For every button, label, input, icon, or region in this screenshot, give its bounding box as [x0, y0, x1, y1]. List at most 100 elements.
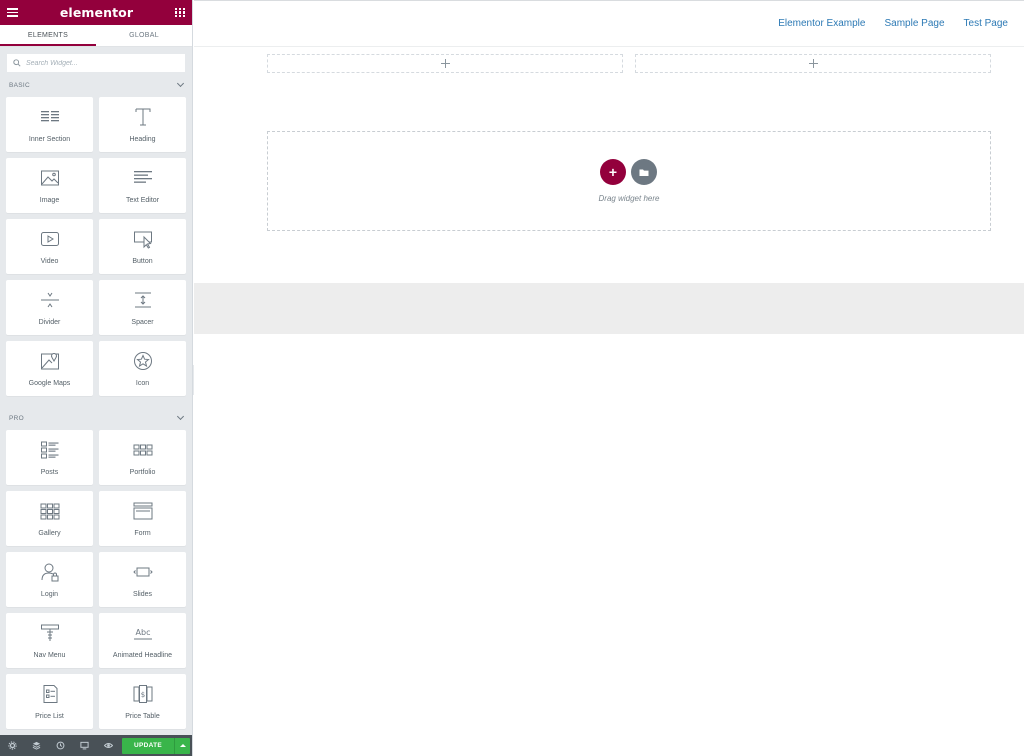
widget-panel: elementor ELEMENTS GLOBAL BASIC Inner Se…	[0, 0, 193, 756]
site-navigation: Elementor Example Sample Page Test Page	[759, 18, 1008, 29]
widget-label: Portfolio	[129, 469, 156, 476]
inner-section-icon	[40, 107, 60, 127]
widget-spacer[interactable]: Spacer	[99, 280, 186, 335]
widget-nav-menu[interactable]: Nav Menu	[6, 613, 93, 668]
widget-inner-section[interactable]: Inner Section	[6, 97, 93, 152]
spacer-icon	[133, 290, 153, 310]
price-list-icon	[40, 684, 60, 704]
widget-price-table[interactable]: $ Price Table	[99, 674, 186, 729]
widget-animated-headline[interactable]: Abc Animated Headline	[99, 613, 186, 668]
portfolio-icon	[133, 440, 153, 460]
caret-up-icon	[179, 744, 186, 747]
add-template-button[interactable]	[631, 159, 657, 185]
video-icon	[40, 229, 60, 249]
widget-label: Price List	[35, 713, 64, 720]
empty-column-right[interactable]	[635, 54, 991, 73]
widget-label: Gallery	[38, 530, 61, 537]
nav-menu-icon	[40, 623, 60, 643]
history-icon[interactable]	[48, 735, 72, 756]
search-wrapper	[0, 47, 192, 73]
widget-posts[interactable]: Posts	[6, 430, 93, 485]
text-editor-icon	[133, 168, 153, 188]
widget-slides[interactable]: Slides	[99, 552, 186, 607]
slides-icon	[132, 562, 153, 582]
widget-gallery[interactable]: Gallery	[6, 491, 93, 546]
panel-footer: UPDATE	[0, 735, 192, 756]
preview-canvas: Elementor Example Sample Page Test Page …	[194, 0, 1024, 756]
widget-image[interactable]: Image	[6, 158, 93, 213]
posts-icon	[40, 440, 60, 460]
widget-heading[interactable]: Heading	[99, 97, 186, 152]
add-section-buttons: +	[600, 159, 662, 185]
hamburger-menu-icon[interactable]	[7, 8, 18, 17]
widget-label: Video	[40, 258, 59, 265]
widget-label: Login	[40, 591, 59, 598]
widget-label: Nav Menu	[33, 652, 66, 659]
nav-link-sample-page[interactable]: Sample Page	[884, 18, 944, 29]
category-pro-header[interactable]: PRO	[0, 409, 192, 427]
widget-label: Divider	[38, 319, 61, 326]
preview-eye-icon[interactable]	[96, 735, 120, 756]
elementor-logo: elementor	[59, 5, 134, 20]
widget-label: Posts	[40, 469, 59, 476]
image-icon	[40, 168, 60, 188]
widget-video[interactable]: Video	[6, 219, 93, 274]
save-options-button[interactable]	[174, 737, 190, 754]
nav-link-test-page[interactable]: Test Page	[964, 18, 1008, 29]
plus-icon	[808, 59, 818, 68]
widget-star[interactable]: Icon	[99, 341, 186, 396]
widget-label: Google Maps	[28, 380, 71, 387]
login-icon	[40, 562, 60, 582]
widget-label: Icon	[135, 380, 150, 387]
search-widget-input[interactable]	[26, 59, 176, 67]
heading-icon	[133, 107, 153, 127]
widget-login[interactable]: Login	[6, 552, 93, 607]
svg-text:$: $	[140, 691, 144, 699]
widget-button[interactable]: Button	[99, 219, 186, 274]
widget-label: Button	[132, 258, 153, 265]
star-icon	[133, 351, 153, 371]
gallery-icon	[40, 501, 60, 521]
plus-icon: +	[608, 164, 618, 180]
drag-widget-hint: Drag widget here	[598, 194, 660, 203]
widget-divider[interactable]: Divider	[6, 280, 93, 335]
widget-label: Slides	[132, 591, 153, 598]
widget-google-maps[interactable]: Google Maps	[6, 341, 93, 396]
basic-widgets-grid: Inner Section Heading Image Text Editor Vide…	[0, 94, 192, 396]
widget-price-list[interactable]: Price List	[6, 674, 93, 729]
search-box	[6, 53, 186, 73]
widget-label: Form	[134, 530, 151, 537]
folder-icon	[639, 169, 649, 176]
add-section-dropzone[interactable]: + Drag widget here	[267, 131, 991, 231]
category-basic-title: BASIC	[9, 81, 31, 89]
chevron-down-icon	[176, 412, 185, 421]
widget-label: Image	[39, 197, 60, 204]
elementor-editor: elementor ELEMENTS GLOBAL BASIC Inner Se…	[0, 0, 1024, 756]
update-button[interactable]: UPDATE	[122, 737, 174, 754]
widget-portfolio[interactable]: Portfolio	[99, 430, 186, 485]
settings-icon[interactable]	[0, 735, 24, 756]
widget-label: Spacer	[131, 319, 154, 326]
apps-grid-icon[interactable]	[175, 7, 185, 18]
panel-header: elementor	[0, 0, 192, 25]
search-icon	[13, 59, 21, 67]
form-icon	[133, 501, 153, 521]
category-basic-header[interactable]: BASIC	[0, 76, 192, 94]
tab-elements[interactable]: ELEMENTS	[0, 25, 96, 46]
widget-form[interactable]: Form	[99, 491, 186, 546]
widget-label: Heading	[129, 136, 156, 143]
responsive-icon[interactable]	[72, 735, 96, 756]
divider-icon	[40, 290, 60, 310]
add-new-section-button[interactable]: +	[600, 159, 626, 185]
tab-global[interactable]: GLOBAL	[96, 25, 192, 46]
widget-label: Text Editor	[125, 197, 160, 204]
panel-tabs: ELEMENTS GLOBAL	[0, 25, 192, 47]
empty-column-left[interactable]	[267, 54, 623, 73]
svg-text:Abc: Abc	[135, 628, 150, 637]
widget-text-editor[interactable]: Text Editor	[99, 158, 186, 213]
nav-link-elementor-example[interactable]: Elementor Example	[778, 18, 865, 29]
navigator-icon[interactable]	[24, 735, 48, 756]
chevron-down-icon	[176, 79, 185, 88]
category-pro-title: PRO	[9, 414, 24, 422]
button-icon	[133, 229, 153, 249]
